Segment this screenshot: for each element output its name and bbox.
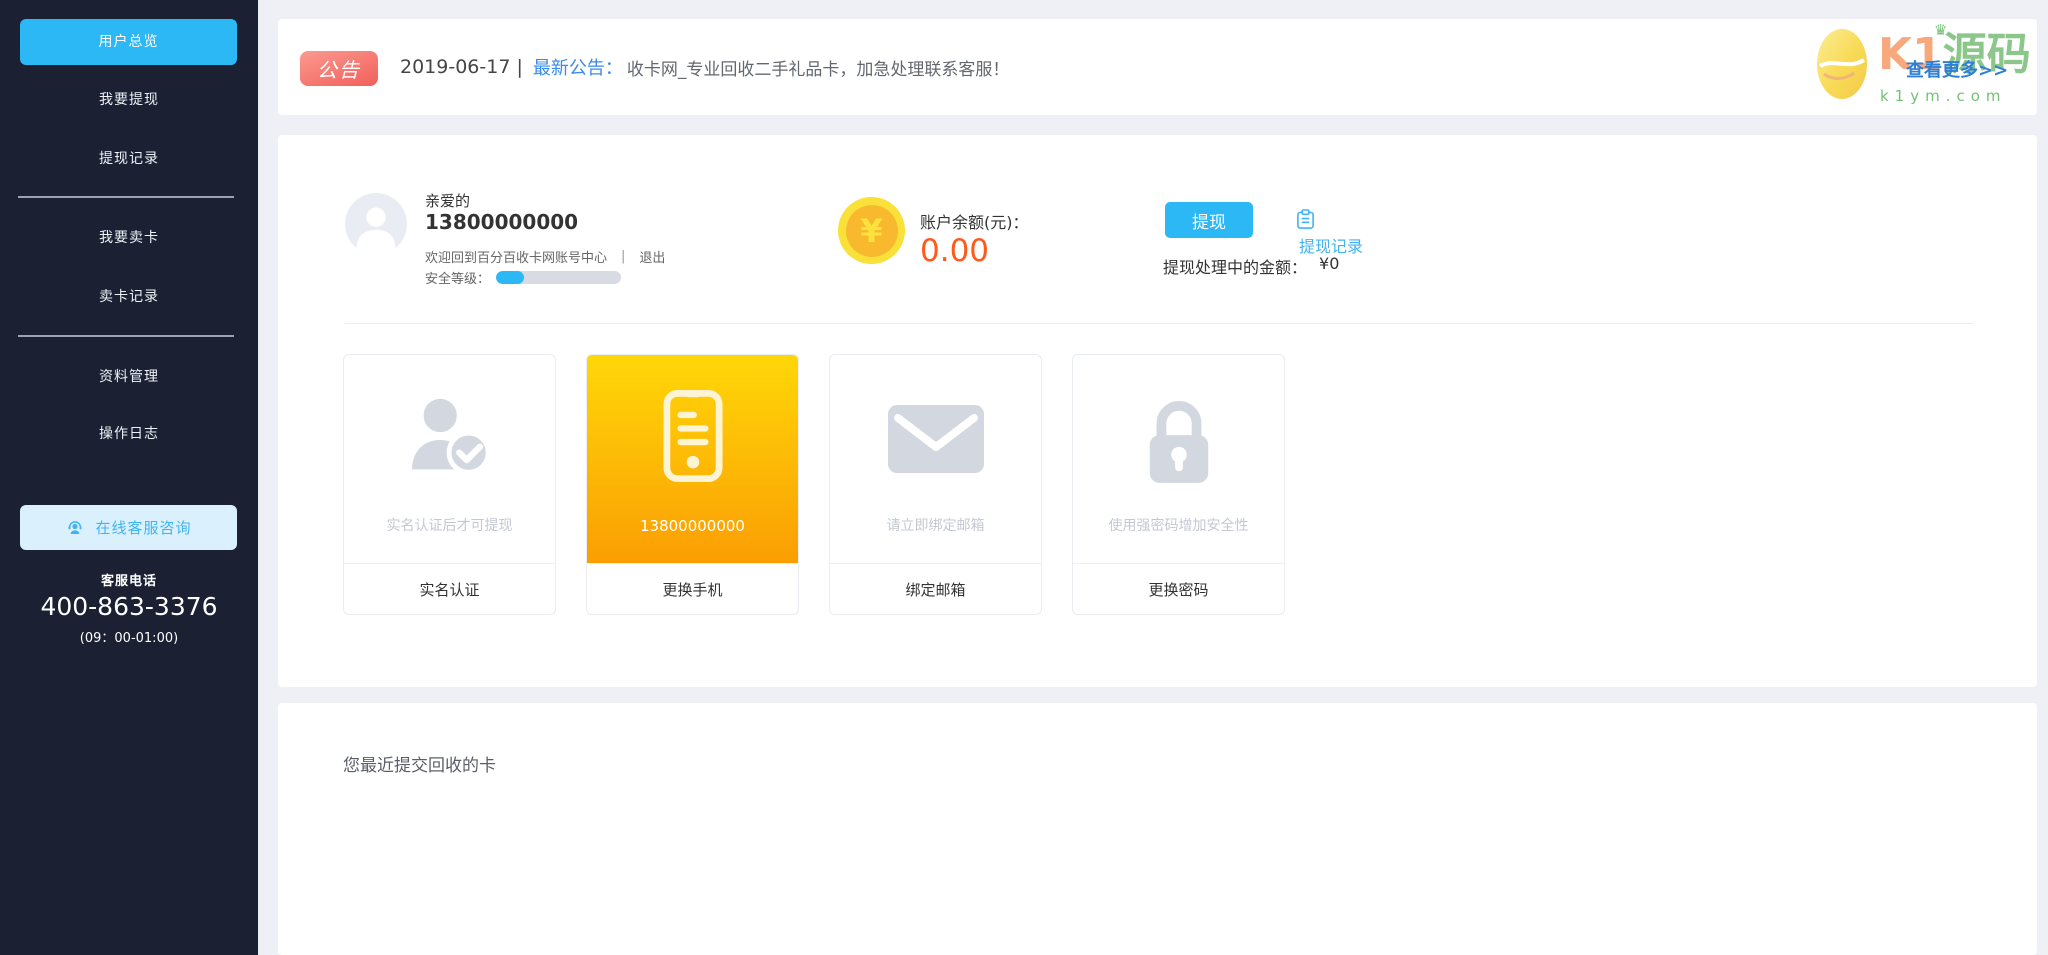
view-more-link[interactable]: 查看更多>> [1906, 56, 2008, 82]
envelope-icon [887, 405, 984, 563]
user-phone: 13800000000 [425, 210, 579, 234]
separator: | [621, 249, 626, 264]
account-action-cards: 实名认证后才可提现 实名认证 13800000000 更换手机 请立即绑定邮箱 … [343, 354, 1285, 615]
yuan-symbol: ¥ [860, 211, 883, 250]
card-change-phone[interactable]: 13800000000 更换手机 [586, 354, 799, 615]
card-label: 实名认证 [344, 563, 555, 614]
welcome-text: 欢迎回到百分百收卡网账号中心 [425, 251, 608, 266]
sidebar-item-withdraw-record[interactable]: 提现记录 [0, 148, 258, 170]
security-progress-track [496, 271, 622, 284]
card-realname-auth[interactable]: 实名认证后才可提现 实名认证 [343, 354, 556, 615]
security-level-label: 安全等级： [425, 272, 491, 287]
pending-amount: ¥0 [1319, 254, 1340, 273]
person-check-icon [401, 389, 499, 563]
sidebar-divider [18, 196, 234, 198]
card-caption: 使用强密码增加安全性 [1108, 518, 1249, 534]
greeting-label: 亲爱的 [425, 192, 471, 210]
hotline-hours: (09：00-01:00) [79, 631, 179, 646]
divider [345, 323, 1974, 324]
sidebar-item-sell-record[interactable]: 卖卡记录 [0, 286, 258, 308]
hotline-number: 400-863-3376 [40, 592, 218, 621]
crown-icon: ♛ [1934, 21, 1948, 39]
avatar [345, 193, 407, 255]
recent-cards-title: 您最近提交回收的卡 [343, 756, 496, 776]
logout-link[interactable]: 退出 [639, 247, 665, 266]
sidebar-divider [18, 335, 234, 337]
hotline-label: 客服电话 [100, 574, 157, 589]
lock-icon [1141, 393, 1217, 563]
person-icon [356, 207, 396, 255]
watermark-domain: k1ym.com [1880, 87, 2007, 105]
headset-icon [65, 518, 85, 538]
egg-logo-icon [1816, 28, 1868, 104]
withdraw-button[interactable]: 提现 [1165, 202, 1253, 238]
card-caption: 请立即绑定邮箱 [886, 518, 985, 534]
sidebar: 用户总览 我要提现 提现记录 我要卖卡 卖卡记录 资料管理 操作日志 在线客服咨… [0, 0, 258, 955]
balance-amount: 0.00 [920, 233, 990, 269]
online-service-button[interactable]: 在线客服咨询 [20, 505, 237, 550]
notice-badge: 公告 [300, 51, 378, 86]
account-overview-panel: 亲爱的 13800000000 欢迎回到百分百收卡网账号中心 | 退出 安全等级… [278, 135, 2037, 687]
card-label: 绑定邮箱 [830, 563, 1041, 614]
card-change-password[interactable]: 使用强密码增加安全性 更换密码 [1072, 354, 1285, 615]
card-caption: 实名认证后才可提现 [386, 518, 513, 534]
phone-icon [662, 389, 723, 563]
balance-label: 账户余额(元)： [920, 213, 1029, 232]
notice-text: 收卡网_专业回收二手礼品卡，加急处理联系客服！ [626, 59, 1010, 80]
pending-label: 提现处理中的金额： [1163, 258, 1308, 277]
coin-icon: ¥ [838, 197, 905, 264]
recent-cards-panel: 您最近提交回收的卡 [278, 703, 2037, 955]
card-bind-email[interactable]: 请立即绑定邮箱 绑定邮箱 [829, 354, 1042, 615]
card-label: 更换手机 [587, 563, 798, 614]
sidebar-item-profile[interactable]: 资料管理 [0, 366, 258, 388]
sidebar-item-sell-card[interactable]: 我要卖卡 [0, 227, 258, 249]
sidebar-item-withdraw[interactable]: 我要提现 [0, 89, 258, 111]
sidebar-item-operation-log[interactable]: 操作日志 [0, 423, 258, 445]
latest-notice-link[interactable]: 最新公告： [533, 54, 623, 80]
security-progress-fill [496, 271, 524, 284]
card-label: 更换密码 [1073, 563, 1284, 614]
withdraw-record-icon[interactable] [1296, 209, 1315, 234]
card-caption: 13800000000 [640, 517, 745, 535]
online-service-label: 在线客服咨询 [95, 519, 192, 537]
notice-date: 2019-06-17 | [400, 56, 523, 78]
sidebar-item-overview[interactable]: 用户总览 [20, 19, 237, 65]
announcement-bar: 公告 2019-06-17 | 最新公告： 收卡网_专业回收二手礼品卡，加急处理… [278, 19, 2037, 115]
